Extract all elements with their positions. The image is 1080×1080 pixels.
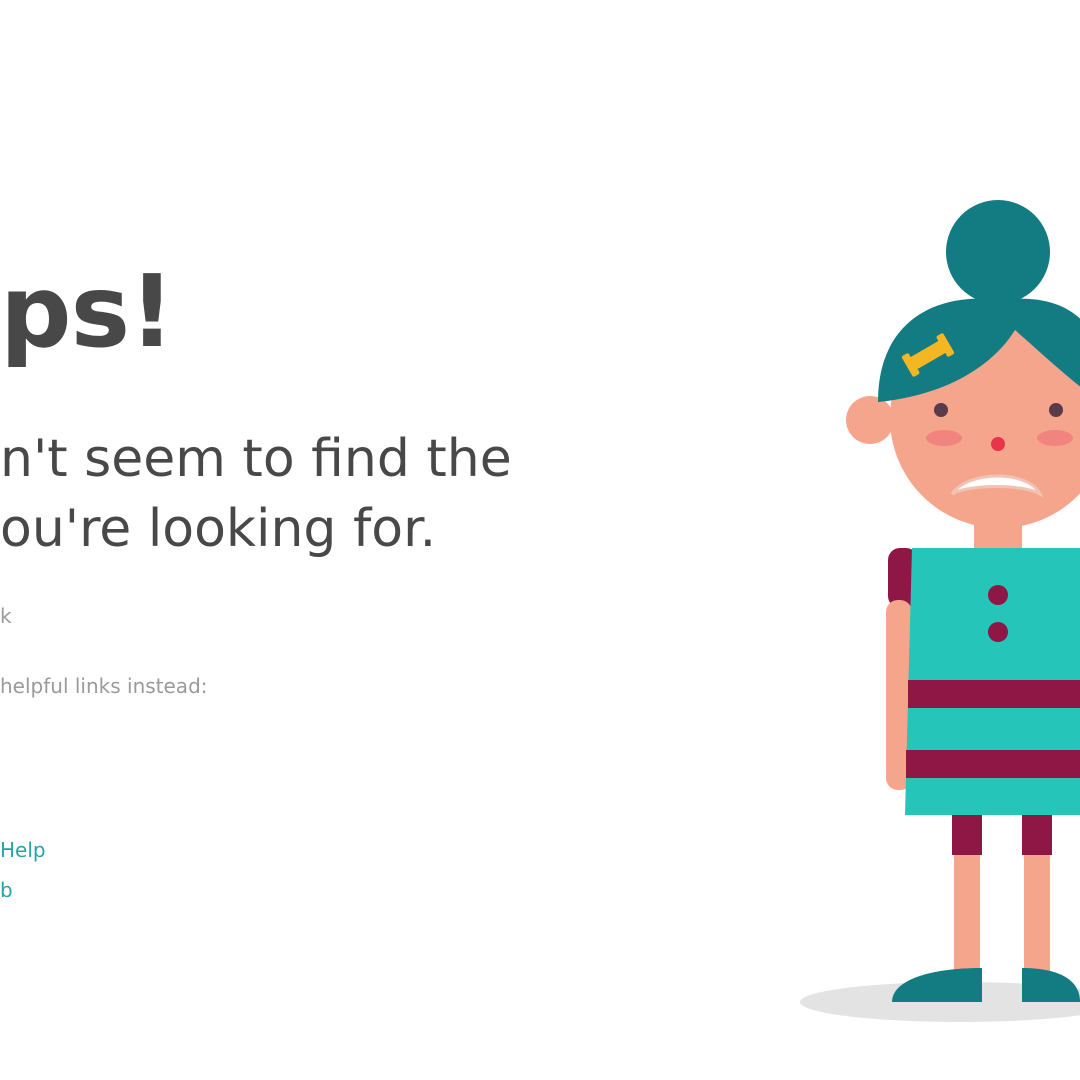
left-leg: [954, 855, 980, 975]
left-legging: [952, 815, 982, 855]
ear: [846, 396, 894, 444]
nose: [991, 437, 1005, 451]
left-cheek: [926, 430, 962, 446]
page-title: ps!: [0, 253, 175, 370]
neck: [974, 520, 1022, 550]
error-message-line-2: ou're looking for.: [0, 499, 437, 559]
sad-girl-illustration: [800, 200, 1080, 1022]
dress-stripe-1: [908, 680, 1080, 708]
left-eye: [934, 403, 948, 417]
dress-button-1: [988, 585, 1008, 605]
right-legging: [1022, 815, 1052, 855]
helpful-link[interactable]: b: [0, 878, 13, 902]
dress-stripe-2: [906, 750, 1080, 778]
helpful-links-intro: helpful links instead:: [0, 674, 208, 698]
error-message-line-1: n't seem to find the: [0, 429, 512, 489]
dress-button-2: [988, 622, 1008, 642]
error-code-text: k: [0, 604, 12, 628]
list-item: b: [0, 878, 46, 918]
list-item: Help: [0, 838, 46, 878]
error-message: n't seem to find the ou're looking for.: [0, 424, 512, 564]
right-shoe: [1022, 968, 1080, 1002]
hair-bun: [946, 200, 1050, 304]
helpful-links-list: Help b: [0, 838, 46, 918]
help-link[interactable]: Help: [0, 838, 46, 862]
right-eye: [1049, 403, 1063, 417]
right-cheek: [1037, 430, 1073, 446]
left-shoe: [892, 968, 982, 1002]
right-leg: [1024, 855, 1050, 975]
error-page: ps! n't seem to find the ou're looking f…: [0, 0, 1080, 1080]
